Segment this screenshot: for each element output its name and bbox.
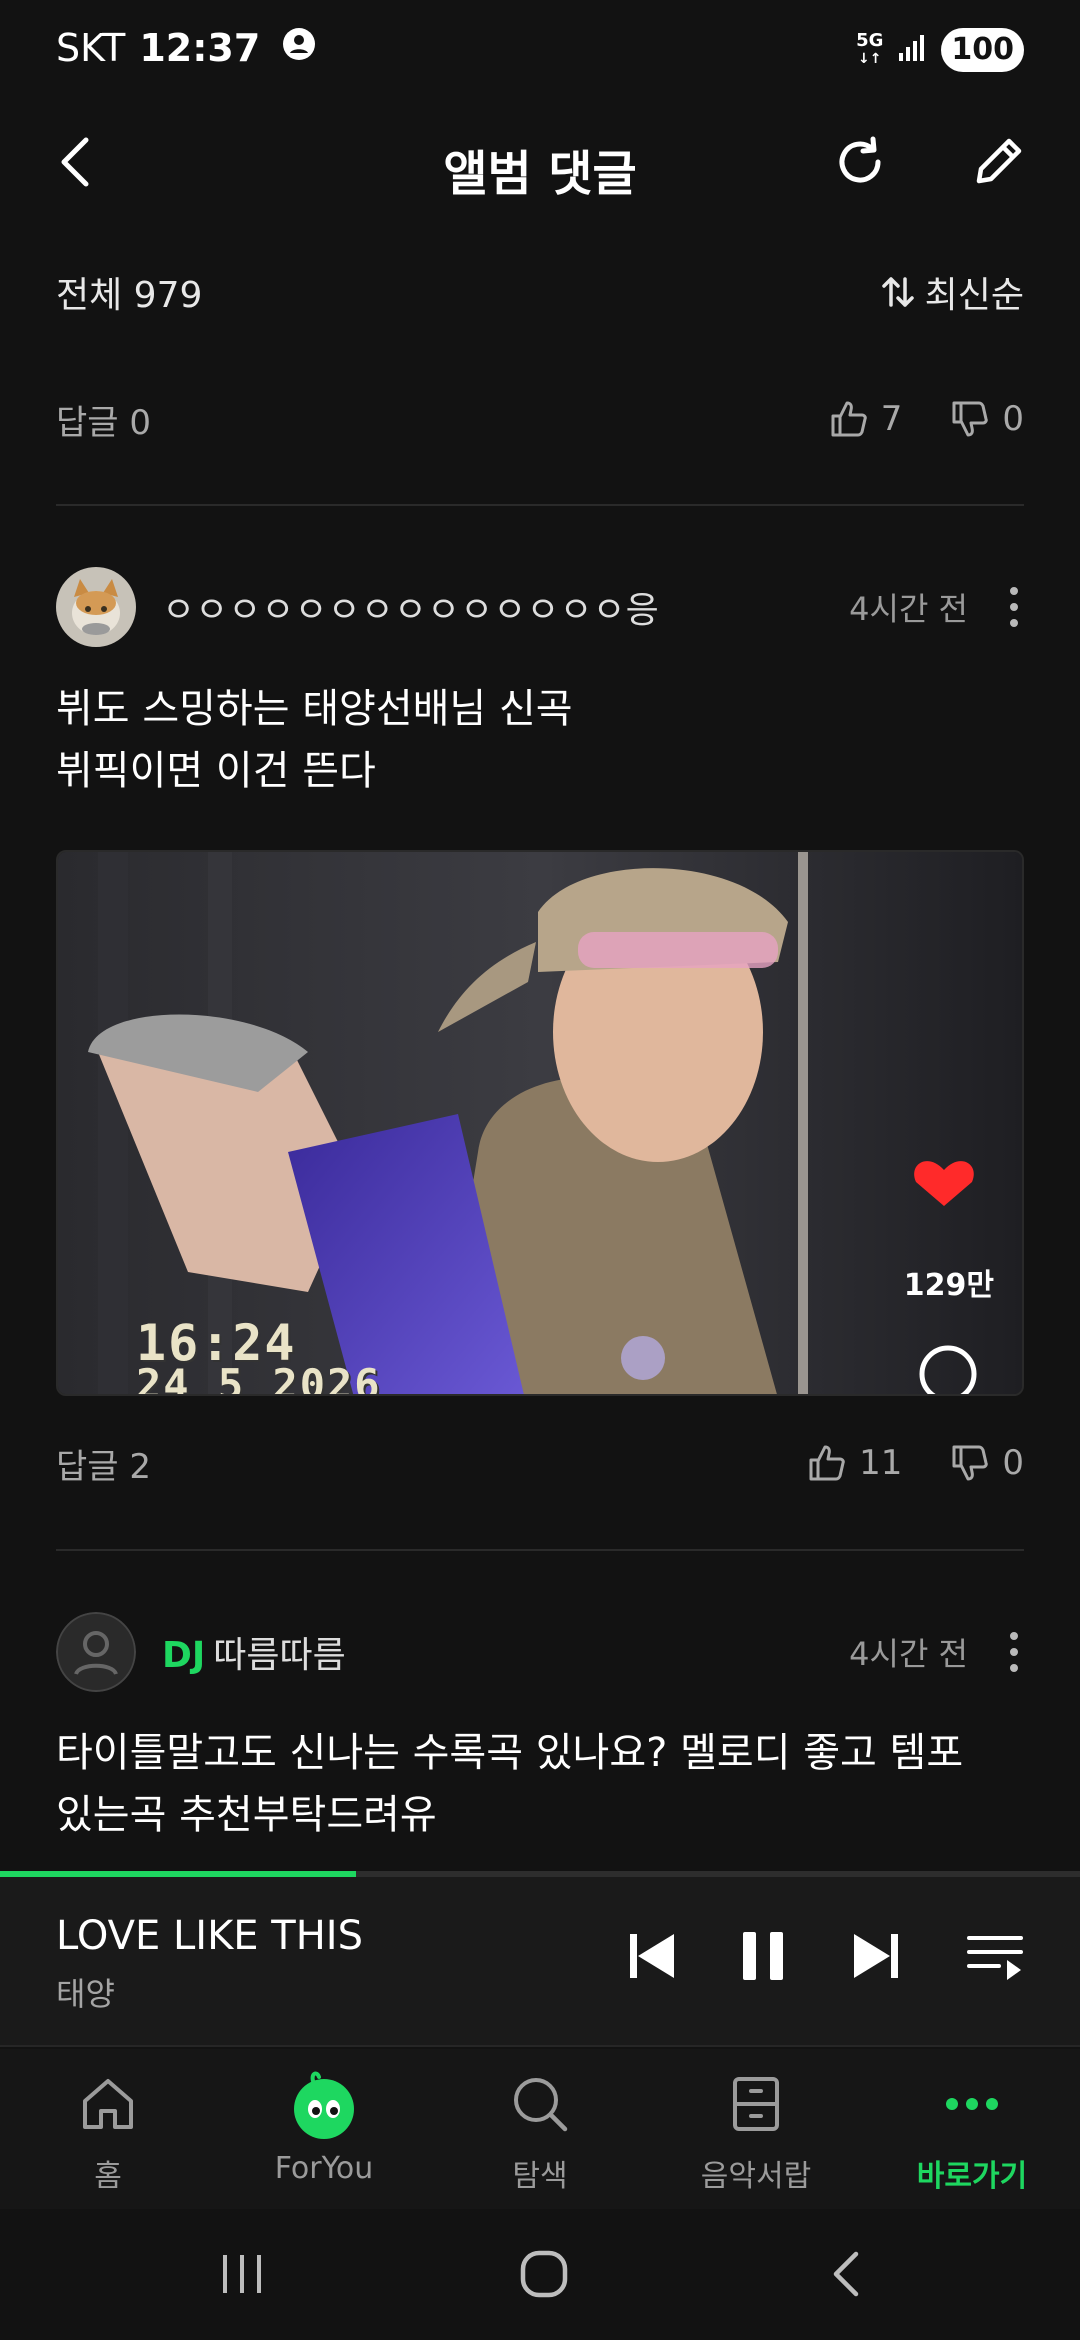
- nav-label: 음악서랍: [700, 2159, 812, 2194]
- sort-order-label: 최신순: [924, 275, 1024, 316]
- dj-badge: DJ: [162, 1635, 206, 1676]
- track-artist: 태양: [56, 1975, 115, 2013]
- comment-text: 뷔도 스밍하는 태양선배님 신곡 뷔픽이면 이건 뜬다: [56, 678, 1024, 802]
- prev-comment-actions: 답글 0 7 0: [56, 389, 1024, 449]
- comment-line: 타이틀말고도 신나는 수록곡 있나요? 멜로디 좋고 템포: [56, 1730, 964, 1776]
- like-button[interactable]: 7: [829, 399, 903, 439]
- thumbs-down-icon: [952, 401, 989, 437]
- comment-text: 타이틀말고도 신나는 수록곡 있나요? 멜로디 좋고 템포 있는곡 추천부탁드려…: [56, 1722, 1024, 1846]
- dislike-button[interactable]: 0: [950, 1443, 1024, 1483]
- pencil-icon: [976, 138, 1022, 184]
- back-system-button[interactable]: [806, 2239, 886, 2309]
- thumbs-down-icon: [952, 1445, 989, 1481]
- thumbs-up-icon: [809, 1445, 845, 1481]
- pause-button[interactable]: [728, 1921, 798, 1991]
- nav-label: ForYou: [274, 2151, 374, 2186]
- video-datestamp: 24 5 2026: [136, 1360, 382, 1396]
- refresh-button[interactable]: [830, 132, 890, 192]
- more-vertical-icon: [1010, 587, 1018, 595]
- playlist-icon: [967, 1936, 1023, 1980]
- pause-icon: [743, 1932, 783, 1980]
- top-app-bar: 앨범 댓글: [0, 110, 1080, 214]
- comment-header: ㅇㅇㅇㅇㅇㅇㅇㅇㅇㅇㅇㅇㅇㅇ응 4시간 전: [56, 567, 1024, 647]
- dislike-count: 0: [1002, 399, 1024, 439]
- recent-apps-icon: [223, 2255, 261, 2293]
- bottom-navigation: 홈 ForYou 탐색 음악서랍 바로가기: [0, 2049, 1080, 2209]
- account-icon: [282, 26, 316, 70]
- drawer-icon: [733, 2077, 779, 2131]
- comment-line: 있는곡 추천부탁드려유: [56, 1792, 437, 1838]
- nav-drawer[interactable]: 음악서랍: [648, 2067, 864, 2207]
- system-navigation-bar: [0, 2209, 1080, 2340]
- dislike-count: 0: [1002, 1443, 1024, 1483]
- album-comments-screen: SKT 12:37 5G ↓↑ 100 앨범 댓글 전체 979 최신순 답글 …: [0, 0, 1080, 2340]
- comment-author[interactable]: ㅇㅇㅇㅇㅇㅇㅇㅇㅇㅇㅇㅇㅇㅇ응: [162, 581, 849, 633]
- home-icon: [83, 2079, 133, 2129]
- more-dots-icon: [946, 2098, 998, 2110]
- dislike-button[interactable]: 0: [950, 399, 1024, 439]
- more-vertical-icon: [1010, 1632, 1018, 1640]
- image-like-count: 129만: [903, 1268, 994, 1303]
- clock: 12:37: [139, 26, 261, 70]
- comment-more-button[interactable]: [1004, 587, 1024, 627]
- divider: [56, 1549, 1024, 1551]
- mini-player[interactable]: LOVE LIKE THIS 태양: [0, 1877, 1080, 2047]
- total-comment-count: 전체 979: [56, 275, 203, 316]
- comment-author[interactable]: DJ 따름따름: [162, 1626, 849, 1678]
- playlist-button[interactable]: [960, 1921, 1030, 1991]
- nav-shortcuts[interactable]: 바로가기: [864, 2067, 1080, 2207]
- nav-search[interactable]: 탐색: [432, 2067, 648, 2207]
- reply-link[interactable]: 답글 0: [56, 395, 151, 444]
- avatar[interactable]: [56, 1612, 136, 1692]
- comment-attached-image[interactable]: 16:24 24 5 2026 129만: [56, 850, 1024, 1396]
- comment-actions: 답글 2 11 0: [56, 1433, 1024, 1493]
- sort-arrows-icon: [881, 277, 914, 307]
- skip-previous-icon: [630, 1934, 674, 1978]
- page-title: 앨범 댓글: [443, 146, 637, 202]
- status-bar: SKT 12:37 5G ↓↑ 100: [0, 0, 1080, 100]
- back-chevron-icon: [833, 2251, 859, 2297]
- comment-time: 4시간 전: [849, 590, 968, 628]
- sort-order-button[interactable]: 최신순: [879, 266, 1024, 318]
- write-comment-button[interactable]: [968, 132, 1028, 192]
- comment-line: 뷔픽이면 이건 뜬다: [56, 748, 376, 794]
- track-title: LOVE LIKE THIS: [56, 1913, 363, 1959]
- like-count: 11: [859, 1443, 903, 1483]
- comment-more-button[interactable]: [1004, 1632, 1024, 1672]
- thumbs-up-icon: [831, 401, 867, 437]
- nav-label: 바로가기: [916, 2159, 1028, 2194]
- carrier-label: SKT: [56, 26, 126, 70]
- nav-label: 탐색: [512, 2159, 568, 2194]
- author-name: 따름따름: [213, 1635, 346, 1676]
- comment-line: 뷔도 스밍하는 태양선배님 신곡: [56, 686, 573, 732]
- network-5g-icon: 5G ↓↑: [856, 30, 884, 68]
- comment-header: DJ 따름따름 4시간 전: [56, 1612, 1024, 1692]
- battery-indicator: 100: [941, 28, 1024, 72]
- search-icon: [514, 2078, 568, 2132]
- like-button[interactable]: 11: [807, 1443, 902, 1483]
- next-track-button[interactable]: [841, 1921, 911, 1991]
- comment-time: 4시간 전: [849, 1635, 968, 1673]
- comment-sort-bar: 전체 979 최신순: [56, 262, 1024, 322]
- refresh-icon: [839, 136, 881, 183]
- reply-link[interactable]: 답글 2: [56, 1439, 151, 1488]
- nav-label: 홈: [94, 2159, 122, 2194]
- previous-track-button[interactable]: [617, 1921, 687, 1991]
- like-count: 7: [880, 399, 903, 439]
- divider: [56, 504, 1024, 506]
- home-circle-icon: [520, 2250, 568, 2298]
- nav-home[interactable]: 홈: [0, 2067, 216, 2207]
- nav-foryou[interactable]: ForYou: [216, 2067, 432, 2207]
- foryou-character-icon: [294, 2071, 354, 2139]
- home-system-button[interactable]: [504, 2239, 584, 2309]
- signal-icon: [897, 33, 927, 67]
- recent-apps-button[interactable]: [202, 2239, 282, 2309]
- skip-next-icon: [854, 1934, 898, 1978]
- avatar[interactable]: [56, 567, 136, 647]
